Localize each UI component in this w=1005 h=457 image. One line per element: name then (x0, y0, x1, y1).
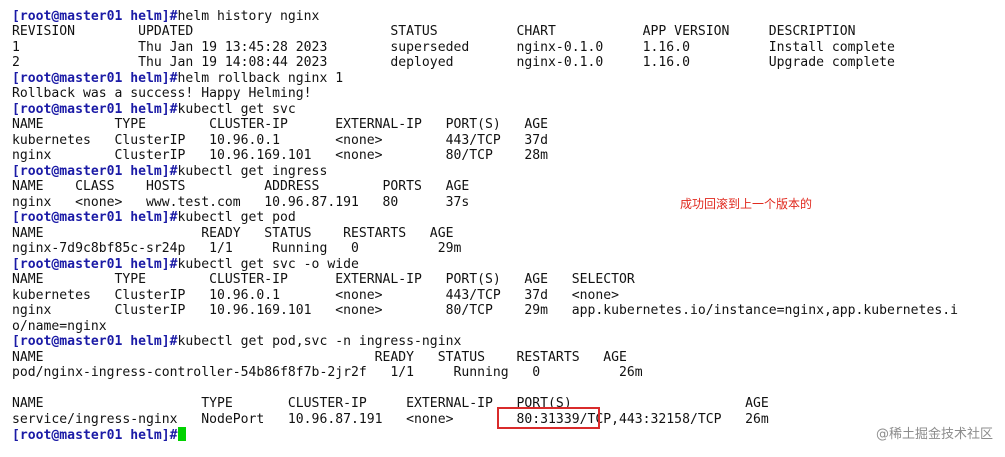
command-line: [root@master01 helm]#helm rollback nginx… (12, 71, 343, 87)
command-line: [root@master01 helm]#kubectl get svc (12, 102, 296, 118)
command-line: [root@master01 helm]#kubectl get ingress (12, 164, 327, 180)
command-line: [root@master01 helm]#helm history nginx (12, 9, 319, 25)
command-text: kubectl get ingress (177, 163, 328, 179)
shell-prompt: [root@master01 helm]# (12, 256, 178, 272)
command-line: [root@master01 helm]#kubectl get pod,svc… (12, 334, 461, 350)
command-text: helm history nginx (177, 8, 320, 24)
output-line: nginx <none> www.test.com 10.96.87.191 8… (12, 194, 470, 210)
output-line: NAME TYPE CLUSTER-IP EXTERNAL-IP PORT(S)… (12, 117, 549, 132)
command-text: kubectl get svc -o wide (177, 256, 359, 272)
output-line: 2 Thu Jan 19 14:08:44 2023 deployed ngin… (12, 55, 895, 70)
output-line: 1 Thu Jan 19 13:45:28 2023 superseded ng… (12, 39, 895, 55)
command-text: kubectl get pod (177, 210, 296, 225)
shell-prompt: [root@master01 helm]# (12, 101, 178, 117)
terminal-window[interactable]: [root@master01 helm]#helm history nginx … (0, 0, 1005, 457)
command-line: [root@master01 helm]#kubectl get svc -o … (12, 257, 359, 273)
shell-prompt: [root@master01 helm]# (12, 334, 178, 349)
output-line: service/ingress-nginx NodePort 10.96.87.… (12, 411, 769, 427)
output-line: nginx-7d9c8bf85c-sr24p 1/1 Running 0 29m (12, 241, 462, 256)
command-line: [root@master01 helm]#kubectl get pod (12, 210, 296, 226)
command-line[interactable]: [root@master01 helm]# (12, 427, 186, 443)
command-text: kubectl get svc (177, 101, 296, 117)
port-highlight-box (497, 407, 600, 429)
shell-prompt: [root@master01 helm]# (12, 163, 178, 179)
command-text: helm rollback nginx 1 (177, 70, 344, 86)
output-line: nginx ClusterIP 10.96.169.101 <none> 80/… (12, 148, 549, 163)
rollback-annotation: 成功回滚到上一个版本的 (680, 197, 813, 211)
shell-prompt: [root@master01 helm]# (12, 8, 178, 24)
output-line: REVISION UPDATED STATUS CHART APP VERSIO… (12, 24, 856, 39)
output-line: NAME CLASS HOSTS ADDRESS PORTS AGE (12, 179, 470, 194)
output-line: nginx ClusterIP 10.96.169.101 <none> 80/… (12, 303, 958, 318)
output-line: kubernetes ClusterIP 10.96.0.1 <none> 44… (12, 132, 549, 148)
output-line: Rollback was a success! Happy Helming! (12, 86, 312, 101)
watermark-text: @稀土掘金技术社区 (875, 427, 993, 442)
shell-prompt: [root@master01 helm]# (12, 70, 178, 86)
output-line: kubernetes ClusterIP 10.96.0.1 <none> 44… (12, 287, 619, 303)
output-line: NAME TYPE CLUSTER-IP EXTERNAL-IP PORT(S)… (12, 272, 635, 287)
shell-prompt: [root@master01 helm]# (12, 428, 178, 443)
output-line: NAME TYPE CLUSTER-IP EXTERNAL-IP PORT(S)… (12, 396, 769, 411)
command-text: kubectl get pod,svc -n ingress-nginx (177, 334, 462, 349)
cursor-block (177, 427, 186, 441)
shell-prompt: [root@master01 helm]# (12, 210, 178, 225)
output-line: pod/nginx-ingress-controller-54b86f8f7b-… (12, 365, 643, 380)
output-line: NAME READY STATUS RESTARTS AGE (12, 225, 454, 241)
output-line: NAME READY STATUS RESTARTS AGE (12, 349, 627, 365)
output-line: o/name=nginx (12, 318, 107, 334)
